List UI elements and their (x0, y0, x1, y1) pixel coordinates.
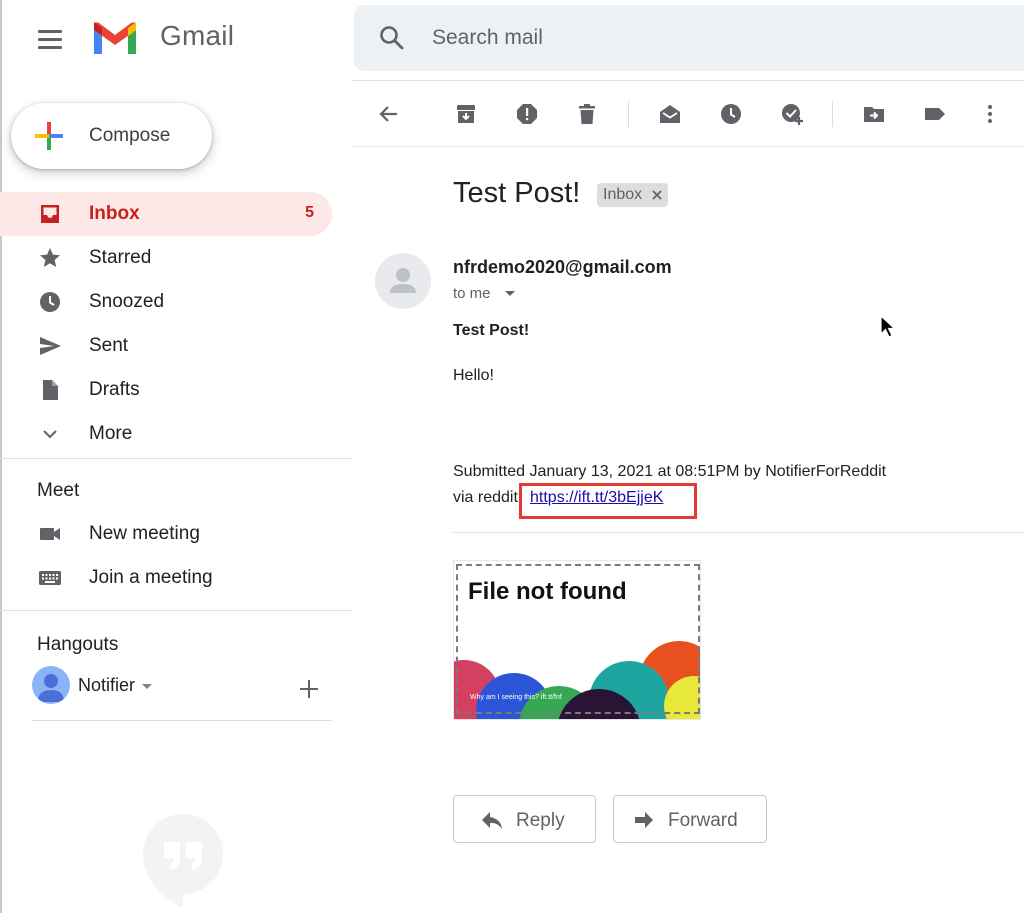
archive-button[interactable] (448, 96, 484, 132)
mark-unread-icon (660, 105, 680, 123)
mark-unread-button[interactable] (652, 96, 688, 132)
forward-icon (635, 812, 653, 828)
email-subject: Test Post! (453, 177, 581, 209)
inbox-label-chip[interactable]: Inbox (597, 183, 669, 207)
toolbar-separator (628, 101, 629, 127)
gmail-logo-icon[interactable] (90, 18, 140, 58)
snooze-button[interactable] (713, 96, 749, 132)
menu-icon-bar (38, 38, 62, 41)
search-bar[interactable]: Search mail (354, 5, 1024, 71)
email-submitted-line: Submitted January 13, 2021 at 08:51PM by… (453, 463, 887, 480)
mouse-pointer-icon (880, 315, 896, 338)
add-hangout-icon[interactable] (296, 676, 322, 702)
person-icon (390, 268, 416, 293)
sidebar-item-label: Sent (89, 335, 129, 356)
arrow-back-icon (379, 106, 397, 122)
sidebar-divider (0, 458, 352, 459)
report-spam-button[interactable] (509, 96, 545, 132)
email-body-text: Hello! (453, 367, 494, 384)
sidebar-item-label: Snoozed (89, 291, 165, 312)
sidebar-item-label: More (89, 423, 133, 444)
main-menu-button[interactable] (30, 22, 70, 56)
recipient-details[interactable]: to me (453, 285, 491, 302)
reply-icon (482, 812, 502, 829)
file-not-found-caption: Why am I seeing this? ift.tt/fnf (470, 694, 562, 701)
meet-item-label: New meeting (89, 523, 200, 544)
meet-section-title: Meet (37, 480, 80, 501)
email-image-attachment[interactable]: File not found Why am I seeing this? ift… (453, 560, 701, 720)
meet-join-meeting[interactable]: Join a meeting (0, 556, 332, 600)
clock-icon (40, 292, 60, 312)
unread-count-badge: 5 (305, 204, 314, 221)
recipient-details-dropdown-icon[interactable] (505, 291, 515, 296)
hangouts-user-name: Notifier (78, 675, 136, 695)
link-highlight-box (519, 483, 697, 519)
draft-icon (43, 380, 58, 400)
more-vert-icon (988, 105, 992, 123)
hangouts-logo-icon (143, 814, 223, 908)
video-icon (40, 528, 60, 540)
sidebar-item-label: Inbox (89, 203, 140, 224)
forward-button[interactable]: Forward (613, 795, 767, 843)
keyboard-icon (39, 571, 61, 585)
sidebar-item-starred[interactable]: Starred (0, 236, 332, 280)
email-via-text: via reddit (453, 489, 518, 506)
reply-label: Reply (516, 810, 565, 831)
hangouts-section-title: Hangouts (37, 634, 119, 655)
sidebar-divider (0, 610, 352, 611)
sidebar-item-more[interactable]: More (0, 412, 332, 456)
compose-label: Compose (89, 125, 171, 146)
compose-plus-icon (35, 122, 63, 150)
more-options-button[interactable] (972, 96, 1008, 132)
file-not-found-title: File not found (468, 578, 627, 605)
avatar (32, 666, 70, 704)
add-task-icon (782, 104, 803, 125)
star-icon (40, 248, 60, 267)
person-icon (38, 674, 64, 702)
add-to-tasks-button[interactable] (774, 96, 810, 132)
sidebar-item-snoozed[interactable]: Snoozed (0, 280, 332, 324)
toolbar-divider (352, 146, 1024, 147)
sidebar-item-label: Drafts (89, 379, 140, 400)
hangouts-status-dropdown-icon[interactable] (142, 684, 152, 689)
close-icon[interactable] (652, 190, 662, 200)
meet-item-label: Join a meeting (89, 567, 213, 588)
move-to-button[interactable] (856, 96, 892, 132)
sender-email: nfrdemo2020@gmail.com (453, 257, 672, 277)
meet-new-meeting[interactable]: New meeting (0, 512, 332, 556)
toolbar-separator (832, 101, 833, 127)
inbox-icon (41, 205, 59, 223)
window-edge (0, 0, 2, 913)
delete-button[interactable] (569, 96, 605, 132)
hangouts-user[interactable]: Notifier (32, 666, 332, 706)
send-icon (40, 337, 61, 355)
forward-label: Forward (668, 810, 738, 831)
search-input[interactable]: Search mail (432, 26, 543, 50)
compose-button[interactable]: Compose (11, 103, 212, 169)
email-body-divider (453, 532, 1024, 533)
reply-button[interactable]: Reply (453, 795, 596, 843)
snooze-clock-icon (721, 104, 741, 124)
menu-icon (38, 30, 62, 33)
header-divider (352, 80, 1024, 81)
hangouts-divider (32, 720, 332, 721)
gmail-brand: Gmail (160, 20, 235, 51)
move-to-folder-icon (864, 107, 884, 122)
sidebar-item-sent[interactable]: Sent (0, 324, 332, 368)
back-button[interactable] (371, 96, 407, 132)
sidebar-item-drafts[interactable]: Drafts (0, 368, 332, 412)
menu-icon-bar (38, 46, 62, 49)
chevron-down-icon (43, 430, 57, 439)
trash-icon (579, 104, 595, 124)
sidebar-item-inbox[interactable]: Inbox 5 (0, 192, 332, 236)
labels-button[interactable] (917, 96, 953, 132)
search-icon[interactable] (378, 24, 406, 52)
archive-icon (457, 105, 475, 123)
label-icon (925, 108, 945, 120)
sidebar-item-label: Starred (89, 247, 152, 268)
report-spam-icon (517, 104, 537, 124)
label-chip-text: Inbox (603, 186, 643, 203)
sender-avatar (375, 253, 431, 309)
email-body-title: Test Post! (453, 322, 530, 339)
